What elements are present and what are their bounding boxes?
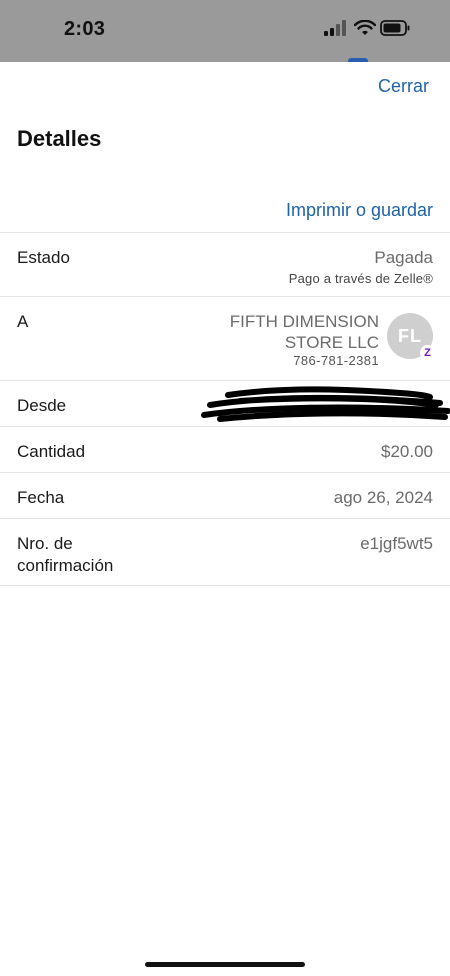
date-row: Fecha ago 26, 2024 <box>0 472 450 518</box>
date-value: ago 26, 2024 <box>333 488 433 507</box>
confirmation-label-line1: Nro. de <box>17 534 73 553</box>
status-bar: 2:03 <box>0 0 450 62</box>
redaction-scribble <box>200 385 450 430</box>
recipient-name-line1: FIFTH DIMENSION <box>229 312 379 331</box>
status-value: Pagada <box>374 248 433 267</box>
cellular-signal-icon <box>324 20 346 41</box>
zelle-badge-icon: Z <box>420 345 435 360</box>
details-sheet: Cerrar Detalles Imprimir o guardar Estad… <box>0 62 450 976</box>
confirmation-label-line2: confirmación <box>17 556 114 575</box>
status-row: Estado Pagada Pago a través de Zelle® <box>0 232 450 296</box>
amount-label: Cantidad <box>17 442 86 461</box>
page-title: Detalles <box>17 126 102 151</box>
date-label: Fecha <box>17 488 65 507</box>
payment-method-note: Pago a través de Zelle® <box>288 271 433 286</box>
amount-value: $20.00 <box>381 442 433 461</box>
recipient-phone: 786-781-2381 <box>293 353 379 368</box>
print-or-save-button[interactable]: Imprimir o guardar <box>286 200 433 221</box>
close-button[interactable]: Cerrar <box>378 76 429 97</box>
recipient-row: A FIFTH DIMENSION STORE LLC 786-781-2381… <box>0 296 450 380</box>
recipient-name: FIFTH DIMENSION STORE LLC <box>179 311 379 353</box>
zelle-badge-letter: Z <box>424 346 431 359</box>
avatar-initials: FL <box>398 325 422 346</box>
details-list: Estado Pagada Pago a través de Zelle® A … <box>0 232 450 586</box>
confirmation-number: e1jgf5wt5 <box>360 534 433 553</box>
sender-label: Desde <box>17 396 67 415</box>
recipient-label: A <box>17 312 29 331</box>
home-indicator[interactable] <box>145 962 305 967</box>
sender-row: Desde <box>0 380 450 426</box>
status-label: Estado <box>17 248 70 267</box>
status-time: 2:03 <box>64 18 106 40</box>
amount-row: Cantidad $20.00 <box>0 426 450 472</box>
battery-icon <box>380 20 410 41</box>
wifi-icon <box>353 19 377 41</box>
recipient-name-line2: STORE LLC <box>284 333 379 352</box>
confirmation-label: Nro. de confirmación <box>17 533 113 577</box>
confirmation-row: Nro. de confirmación e1jgf5wt5 <box>0 518 450 586</box>
